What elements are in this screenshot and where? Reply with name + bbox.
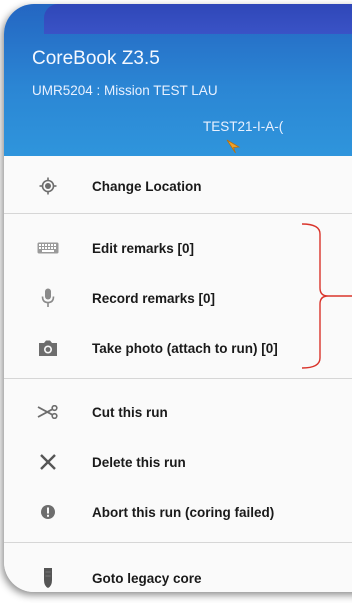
menu-item-label: Delete this run [92,454,186,470]
annotation-bracket [301,223,352,369]
menu-item-abort-run[interactable]: Abort this run (coring failed) [4,492,352,532]
menu-divider [4,213,352,214]
core-sample-icon [36,566,60,590]
app-title: CoreBook Z3.5 [32,48,160,69]
alert-circle-icon [36,500,60,524]
close-icon [36,450,60,474]
menu-item-label: Goto legacy core [92,570,202,586]
camera-icon [36,336,60,360]
menu-item-label: Take photo (attach to run) [0] [92,340,278,356]
menu-item-label: Cut this run [92,404,168,420]
microphone-icon [36,286,60,310]
scissors-icon [36,400,60,424]
menu-item-label: Edit remarks [0] [92,240,195,256]
menu-item-label: Abort this run (coring failed) [92,504,275,520]
menu-divider [4,378,352,379]
menu-item-label: Change Location [92,178,202,194]
location-target-icon [36,174,60,198]
keyboard-icon [36,236,60,260]
menu-item-cut-run[interactable]: Cut this run [4,392,352,432]
device-top-rim [44,4,352,34]
cursor-icon [226,139,241,154]
menu-item-label: Record remarks [0] [92,290,216,306]
mission-label: UMR5204 : Mission TEST LAU [32,83,218,98]
run-id-label: TEST21-I-A-( [203,119,284,134]
menu-item-change-location[interactable]: Change Location [4,166,352,206]
menu-item-delete-run[interactable]: Delete this run [4,442,352,482]
menu-item-goto-legacy-core[interactable]: Goto legacy core [4,558,352,592]
menu-divider [4,542,352,543]
